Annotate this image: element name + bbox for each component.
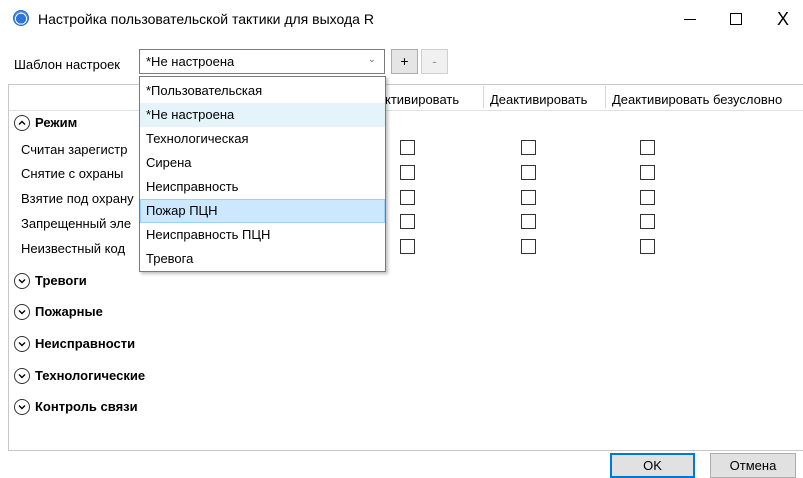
remove-template-button[interactable]: - <box>421 49 448 74</box>
checkbox-deactivate[interactable] <box>521 239 536 254</box>
cancel-button[interactable]: Отмена <box>710 453 796 478</box>
template-combobox[interactable]: *Не настроена ⌄ <box>139 49 385 74</box>
checkbox-deactivate[interactable] <box>521 190 536 205</box>
group-fire[interactable]: Пожарные <box>14 303 103 320</box>
dropdown-option[interactable]: Сирена <box>140 151 385 175</box>
column-header-deactivate: Деактивировать <box>490 92 588 107</box>
close-icon: X <box>776 9 789 29</box>
chevron-down-icon[interactable] <box>14 272 30 289</box>
close-button[interactable]: X <box>760 0 803 38</box>
checkbox-deactivate-unconditional[interactable] <box>640 165 655 180</box>
checkbox-deactivate[interactable] <box>521 165 536 180</box>
group-alarms-label: Тревоги <box>35 273 87 289</box>
dropdown-option[interactable]: Тревога <box>140 247 385 271</box>
row-label-disarm: Снятие с охраны <box>21 166 124 181</box>
group-faults[interactable]: Неисправности <box>14 335 135 352</box>
title-bar[interactable]: Настройка пользовательской тактики для в… <box>0 0 803 38</box>
row-label-unknown-code: Неизвестный код <box>21 241 126 256</box>
group-mode-label: Режим <box>35 115 78 131</box>
checkbox-deactivate-unconditional[interactable] <box>640 190 655 205</box>
group-alarms[interactable]: Тревоги <box>14 272 87 289</box>
chevron-down-icon: ⌄ <box>367 54 376 65</box>
dropdown-option[interactable]: Неисправность ПЦН <box>140 223 385 247</box>
checkbox-deactivate[interactable] <box>521 214 536 229</box>
column-separator <box>483 86 484 108</box>
dropdown-option[interactable]: Неисправность <box>140 175 385 199</box>
checkbox-activate[interactable] <box>400 165 415 180</box>
window-title: Настройка пользовательской тактики для в… <box>38 11 374 27</box>
row-label-forbidden: Запрещенный эле <box>21 216 132 231</box>
checkbox-activate[interactable] <box>400 190 415 205</box>
dropdown-option[interactable]: Технологическая <box>140 127 385 151</box>
template-label: Шаблон настроек <box>14 57 120 72</box>
dialog-window: Настройка пользовательской тактики для в… <box>0 0 803 478</box>
checkbox-activate[interactable] <box>400 239 415 254</box>
template-selected-value: *Не настроена <box>146 54 235 69</box>
row-label-arm: Взятие под охрану <box>21 191 134 206</box>
group-tech-label: Технологические <box>35 368 146 384</box>
chevron-down-icon[interactable] <box>14 303 30 320</box>
group-faults-label: Неисправности <box>35 336 136 352</box>
checkbox-deactivate-unconditional[interactable] <box>640 140 655 155</box>
group-link-control[interactable]: Контроль связи <box>14 398 138 415</box>
template-dropdown-list: *Пользовательская *Не настроена Технолог… <box>139 76 386 272</box>
dropdown-option[interactable]: *Пользовательская <box>140 79 385 103</box>
group-mode[interactable]: Режим <box>14 114 77 131</box>
app-icon <box>13 10 29 26</box>
row-label-registered: Считан зарегистр <box>21 142 128 157</box>
column-header-activate: ктивировать <box>385 92 460 107</box>
column-separator <box>605 86 606 108</box>
minimize-button[interactable] <box>668 0 714 38</box>
checkbox-deactivate-unconditional[interactable] <box>640 239 655 254</box>
add-template-button[interactable]: + <box>391 49 418 74</box>
maximize-button[interactable] <box>714 0 760 38</box>
column-header-deactivate-unconditional: Деактивировать безусловно <box>612 92 783 107</box>
chevron-down-icon[interactable] <box>14 398 30 415</box>
checkbox-deactivate-unconditional[interactable] <box>640 214 655 229</box>
group-tech[interactable]: Технологические <box>14 367 145 384</box>
group-fire-label: Пожарные <box>35 304 103 320</box>
checkbox-deactivate[interactable] <box>521 140 536 155</box>
dropdown-option-selected[interactable]: *Не настроена <box>140 103 385 127</box>
chevron-up-icon[interactable] <box>14 114 30 131</box>
chevron-down-icon[interactable] <box>14 367 30 384</box>
header-divider <box>9 110 803 111</box>
dropdown-option-hover[interactable]: Пожар ПЦН <box>140 199 385 223</box>
chevron-down-icon[interactable] <box>14 335 30 352</box>
maximize-icon <box>730 13 742 25</box>
minimize-icon <box>684 19 696 20</box>
group-link-control-label: Контроль связи <box>35 399 138 415</box>
ok-button[interactable]: OK <box>610 453 695 478</box>
checkbox-activate[interactable] <box>400 214 415 229</box>
checkbox-activate[interactable] <box>400 140 415 155</box>
